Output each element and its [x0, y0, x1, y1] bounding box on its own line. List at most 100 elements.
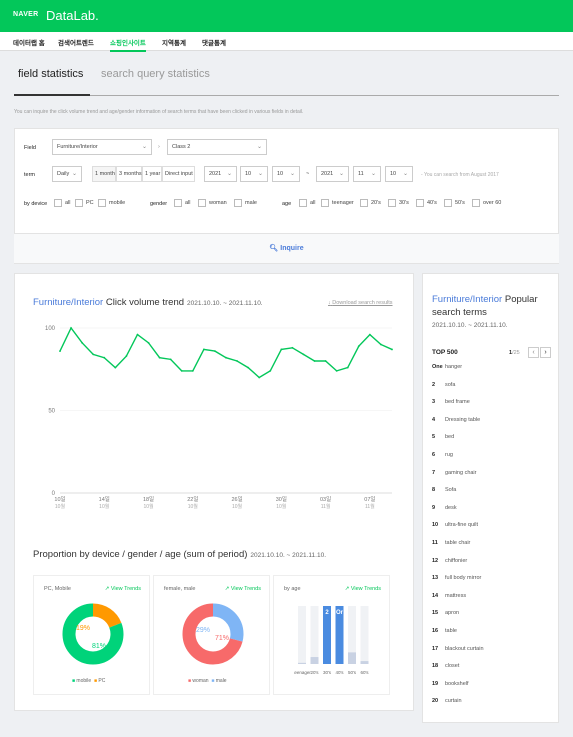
trend-point[interactable] [180, 370, 183, 372]
list-item[interactable]: 15 apron [432, 610, 459, 616]
trend-point[interactable] [225, 356, 227, 359]
period-unit-select[interactable]: Daily ⌄ [52, 166, 82, 182]
trend-point[interactable] [169, 358, 172, 361]
trend-point[interactable] [313, 360, 316, 362]
trend-point[interactable] [125, 355, 128, 357]
trend-point[interactable] [136, 333, 139, 336]
trend-point[interactable] [247, 366, 250, 369]
age-50s-checkbox[interactable]: 50's [444, 199, 465, 207]
start-day-select[interactable]: 10 ⌄ [272, 166, 300, 182]
trend-point[interactable] [236, 360, 238, 362]
nav-item-comment-stats[interactable]: 댓글통계 [202, 37, 226, 47]
gender-all-checkbox[interactable]: all [174, 199, 191, 207]
trend-point[interactable] [346, 366, 349, 369]
period-1-month-button[interactable]: 1 month [92, 166, 116, 182]
trend-point[interactable] [335, 370, 338, 372]
start-year-select[interactable]: 2021 ⌄ [204, 166, 237, 182]
trend-point[interactable] [269, 370, 272, 372]
list-item[interactable]: 20 curtain [432, 698, 462, 704]
naver-logo[interactable]: NAVER [13, 11, 38, 18]
trend-point[interactable] [357, 345, 360, 348]
list-item[interactable]: 18 closet [432, 663, 459, 669]
list-item[interactable]: 10 ultra-fine quilt [432, 522, 478, 528]
list-item[interactable]: 11 table chair [432, 540, 470, 546]
trend-point[interactable] [391, 348, 393, 351]
end-year-select[interactable]: 2021 ⌄ [316, 166, 349, 182]
download-link[interactable]: ↓ Download search results [328, 300, 393, 306]
age-all-checkbox[interactable]: all [299, 199, 316, 207]
list-item[interactable]: 16 table [432, 628, 457, 634]
trend-point[interactable] [191, 370, 194, 372]
popular-category[interactable]: Furniture/Interior [432, 294, 502, 305]
list-item[interactable]: 2 sofa [432, 382, 455, 388]
trend-point[interactable] [158, 356, 161, 359]
start-month-select[interactable]: 10 ⌄ [240, 166, 268, 182]
trend-point[interactable] [380, 343, 382, 346]
view-trends-link[interactable]: ↗ View Trends [105, 586, 141, 592]
list-item[interactable]: 12 chiffonier [432, 558, 467, 564]
trend-category[interactable]: Furniture/Interior [33, 297, 103, 308]
list-item[interactable]: 6 rug [432, 452, 453, 458]
nav-item-shopping-insight[interactable]: 쇼핑인사이트 [110, 37, 146, 52]
trend-point[interactable] [324, 360, 327, 362]
age-over-60-checkbox[interactable]: over 60 [472, 199, 501, 207]
trend-point[interactable] [291, 346, 294, 349]
nav-item-home[interactable]: 데이터랩 홈 [13, 37, 45, 47]
trend-point[interactable] [114, 366, 117, 369]
list-item[interactable]: 14 mattress [432, 593, 466, 599]
period-3-months-button[interactable]: 3 months [116, 166, 142, 182]
age-40s-checkbox[interactable]: 40's [416, 199, 437, 207]
gender-woman-checkbox[interactable]: woman [198, 199, 227, 207]
trend-point[interactable] [81, 341, 84, 344]
next-page-button[interactable]: › [540, 347, 551, 358]
age-bar[interactable] [298, 662, 306, 664]
period-direct-input-button[interactable]: Direct input [162, 166, 195, 182]
date-range-note: - You can search from August 2017 [421, 172, 499, 178]
age-bar[interactable] [360, 661, 369, 664]
device-mobile-checkbox[interactable]: mobile [98, 199, 125, 207]
list-item[interactable]: 4 Dressing table [432, 417, 480, 423]
age-bar[interactable] [310, 657, 319, 664]
trend-point[interactable] [368, 333, 371, 336]
trend-point[interactable] [92, 353, 95, 356]
trend-point[interactable] [302, 353, 305, 356]
trend-point[interactable] [280, 348, 283, 351]
inquire-button[interactable]: 🔍︎ Inquire [14, 233, 559, 263]
trend-point[interactable] [214, 350, 216, 352]
tab-field-statistics[interactable]: field statistics [18, 68, 83, 80]
class2-select[interactable]: Class 2 ⌄ [167, 139, 267, 155]
trend-point[interactable] [70, 327, 72, 329]
period-1-year-button[interactable]: 1 year [142, 166, 162, 182]
device-all-checkbox[interactable]: all [54, 199, 71, 207]
end-month-select[interactable]: 11 ⌄ [353, 166, 381, 182]
age-bar[interactable] [348, 652, 356, 664]
age-20s-checkbox[interactable]: 20's [360, 199, 381, 207]
list-item[interactable]: 3 bed frame [432, 399, 470, 405]
list-item[interactable]: 7 gaming chair [432, 470, 477, 476]
list-item[interactable]: 9 desk [432, 505, 457, 511]
end-day-select[interactable]: 10 ⌄ [385, 166, 413, 182]
list-item[interactable]: 8 Sofa [432, 487, 456, 493]
gender-male-checkbox[interactable]: male [234, 199, 257, 207]
device-pc-checkbox[interactable]: PC [75, 199, 94, 207]
nav-item-regional-stats[interactable]: 지역통계 [162, 37, 186, 47]
prev-page-button[interactable]: ‹ [528, 347, 539, 358]
list-item[interactable]: 5 bed [432, 434, 454, 440]
trend-point[interactable] [258, 376, 261, 379]
tab-search-query-statistics[interactable]: search query statistics [101, 68, 210, 80]
field-select[interactable]: Furniture/Interior ⌄ [52, 139, 152, 155]
trend-point[interactable] [147, 341, 150, 344]
list-item[interactable]: One hanger [432, 364, 462, 370]
trend-point[interactable] [202, 348, 205, 351]
view-trends-link[interactable]: ↗ View Trends [225, 586, 261, 592]
list-item[interactable]: 13 full body mirror [432, 575, 481, 581]
age-teenager-checkbox[interactable]: teenager [321, 199, 354, 207]
age-30s-checkbox[interactable]: 30's [388, 199, 409, 207]
view-trends-link[interactable]: ↗ View Trends [345, 586, 381, 592]
nav-item-search-trend[interactable]: 검색어트렌드 [58, 37, 94, 47]
app-title[interactable]: DataLab. [46, 8, 99, 23]
trend-point[interactable] [103, 356, 106, 359]
list-item[interactable]: 19 bookshelf [432, 681, 469, 687]
trend-point[interactable] [59, 350, 61, 352]
list-item[interactable]: 17 blackout curtain [432, 646, 484, 652]
